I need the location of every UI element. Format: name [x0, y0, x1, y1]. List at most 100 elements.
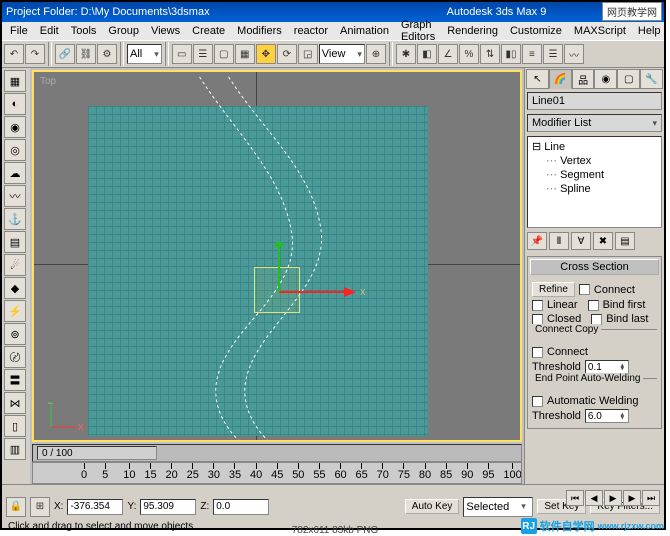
snap-button[interactable]: ◧	[417, 44, 437, 64]
selection-filter[interactable]: All	[127, 44, 162, 64]
lock-button[interactable]: 🔒	[6, 497, 26, 517]
autoweld-checkbox[interactable]	[532, 396, 543, 407]
reactor-6[interactable]: 〰	[4, 185, 26, 207]
reactor-7[interactable]: ⚓	[4, 208, 26, 230]
menu-group[interactable]: Group	[102, 24, 145, 38]
manip-button[interactable]: ✱	[396, 44, 416, 64]
link-button[interactable]: 🔗	[55, 44, 75, 64]
goto-start-button[interactable]: ⏮	[566, 490, 584, 506]
reactor-3[interactable]: ◉	[4, 116, 26, 138]
reactor-15[interactable]: ⋈	[4, 392, 26, 414]
ruler-tick: 80	[419, 463, 431, 481]
stack-segment[interactable]: Segment	[532, 168, 657, 182]
prev-frame-button[interactable]: ◀	[585, 490, 603, 506]
move-button[interactable]: ✥	[256, 44, 276, 64]
menu-tools[interactable]: Tools	[65, 24, 103, 38]
modifier-stack[interactable]: Line Vertex Segment Spline	[527, 136, 662, 228]
pin-stack-button[interactable]: 📌	[527, 232, 547, 250]
tab-create[interactable]: ↖	[526, 69, 549, 89]
menu-animation[interactable]: Animation	[334, 24, 395, 38]
undo-button[interactable]: ↶	[4, 44, 24, 64]
linear-checkbox[interactable]	[532, 300, 543, 311]
reactor-4[interactable]: ◎	[4, 139, 26, 161]
layers-button[interactable]: ☰	[543, 44, 563, 64]
abs-rel-button[interactable]: ⊞	[30, 497, 50, 517]
reactor-1[interactable]: ▦	[4, 70, 26, 92]
rotate-button[interactable]: ⟳	[277, 44, 297, 64]
z-coord-field[interactable]: 0.0	[213, 499, 269, 515]
unique-button[interactable]: ∀	[571, 232, 591, 250]
bindlast-checkbox[interactable]	[591, 314, 602, 325]
angle-snap-button[interactable]: ∠	[438, 44, 458, 64]
reactor-11[interactable]: ⚡	[4, 300, 26, 322]
select-name-button[interactable]: ☰	[193, 44, 213, 64]
redo-button[interactable]: ↷	[25, 44, 45, 64]
tab-motion[interactable]: ◉	[594, 69, 617, 89]
tab-display[interactable]: ▢	[617, 69, 640, 89]
reactor-12[interactable]: ⊚	[4, 323, 26, 345]
ref-coord-select[interactable]: View	[319, 44, 365, 64]
ep-threshold-spinner[interactable]: 6.0	[585, 409, 629, 423]
scale-button[interactable]: ◲	[298, 44, 318, 64]
reactor-5[interactable]: ☁	[4, 162, 26, 184]
menu-reactor[interactable]: reactor	[288, 24, 334, 38]
cc-connect-checkbox[interactable]	[532, 347, 543, 358]
reactor-13[interactable]: 〄	[4, 346, 26, 368]
cross-section-button[interactable]: Cross Section	[530, 259, 659, 275]
menu-help[interactable]: Help	[632, 24, 667, 38]
reactor-8[interactable]: ▤	[4, 231, 26, 253]
remove-mod-button[interactable]: ✖	[593, 232, 613, 250]
menu-edit[interactable]: Edit	[34, 24, 65, 38]
reactor-9[interactable]: ☄	[4, 254, 26, 276]
goto-end-button[interactable]: ⏭	[642, 490, 660, 506]
pivot-button[interactable]: ⊕	[366, 44, 386, 64]
menu-file[interactable]: File	[4, 24, 34, 38]
track-bar[interactable]: 0510152025303540455055606570758085909510…	[32, 462, 522, 484]
refine-button[interactable]: Refine	[532, 282, 575, 297]
select-button[interactable]: ▭	[172, 44, 192, 64]
unlink-button[interactable]: ⛓	[76, 44, 96, 64]
show-result-button[interactable]: Ⅱ	[549, 232, 569, 250]
align-button[interactable]: ≡	[522, 44, 542, 64]
menu-rendering[interactable]: Rendering	[441, 24, 504, 38]
tab-hierarchy[interactable]: 品	[572, 69, 595, 89]
menu-maxscript[interactable]: MAXScript	[568, 24, 632, 38]
reactor-17[interactable]: ▥	[4, 438, 26, 460]
menu-modifiers[interactable]: Modifiers	[231, 24, 288, 38]
autokey-button[interactable]: Auto Key	[405, 499, 460, 514]
bind-button[interactable]: ⚙	[97, 44, 117, 64]
keymode-select[interactable]: Selected	[463, 497, 533, 517]
configure-button[interactable]: ▤	[615, 232, 635, 250]
cc-threshold-spinner[interactable]: 0.1	[585, 360, 629, 374]
window-cross-button[interactable]: ▦	[235, 44, 255, 64]
menu-create[interactable]: Create	[186, 24, 231, 38]
next-frame-button[interactable]: ▶	[623, 490, 641, 506]
move-gizmo-plane[interactable]	[254, 267, 300, 313]
percent-snap-button[interactable]: %	[459, 44, 479, 64]
tab-utilities[interactable]: 🔧	[640, 69, 663, 89]
curve-editor-button[interactable]: 〰	[564, 44, 584, 64]
stack-spline[interactable]: Spline	[532, 182, 657, 196]
x-coord-field[interactable]: -376.354	[67, 499, 123, 515]
reactor-2[interactable]: ◐	[4, 93, 26, 115]
tab-modify[interactable]: 🌈	[549, 69, 572, 89]
stack-vertex[interactable]: Vertex	[532, 154, 657, 168]
select-region-button[interactable]: ▢	[214, 44, 234, 64]
play-button[interactable]: ▶	[604, 490, 622, 506]
connect-checkbox[interactable]	[579, 284, 590, 295]
reactor-16[interactable]: ▯	[4, 415, 26, 437]
spinner-snap-button[interactable]: ⇅	[480, 44, 500, 64]
reactor-14[interactable]: 〓	[4, 369, 26, 391]
bindfirst-checkbox[interactable]	[588, 300, 599, 311]
viewport-top[interactable]: Top x y x	[32, 70, 522, 442]
time-slider[interactable]: 0 / 100	[32, 444, 522, 462]
reactor-10[interactable]: ◆	[4, 277, 26, 299]
menu-views[interactable]: Views	[145, 24, 186, 38]
menu-customize[interactable]: Customize	[504, 24, 568, 38]
closed-checkbox[interactable]	[532, 314, 543, 325]
mirror-button[interactable]: ▮▯	[501, 44, 521, 64]
object-name-field[interactable]: Line01	[527, 92, 662, 110]
modifier-list-dropdown[interactable]: Modifier List	[527, 114, 662, 132]
y-coord-field[interactable]: 95.309	[140, 499, 196, 515]
stack-root[interactable]: Line	[532, 140, 657, 154]
